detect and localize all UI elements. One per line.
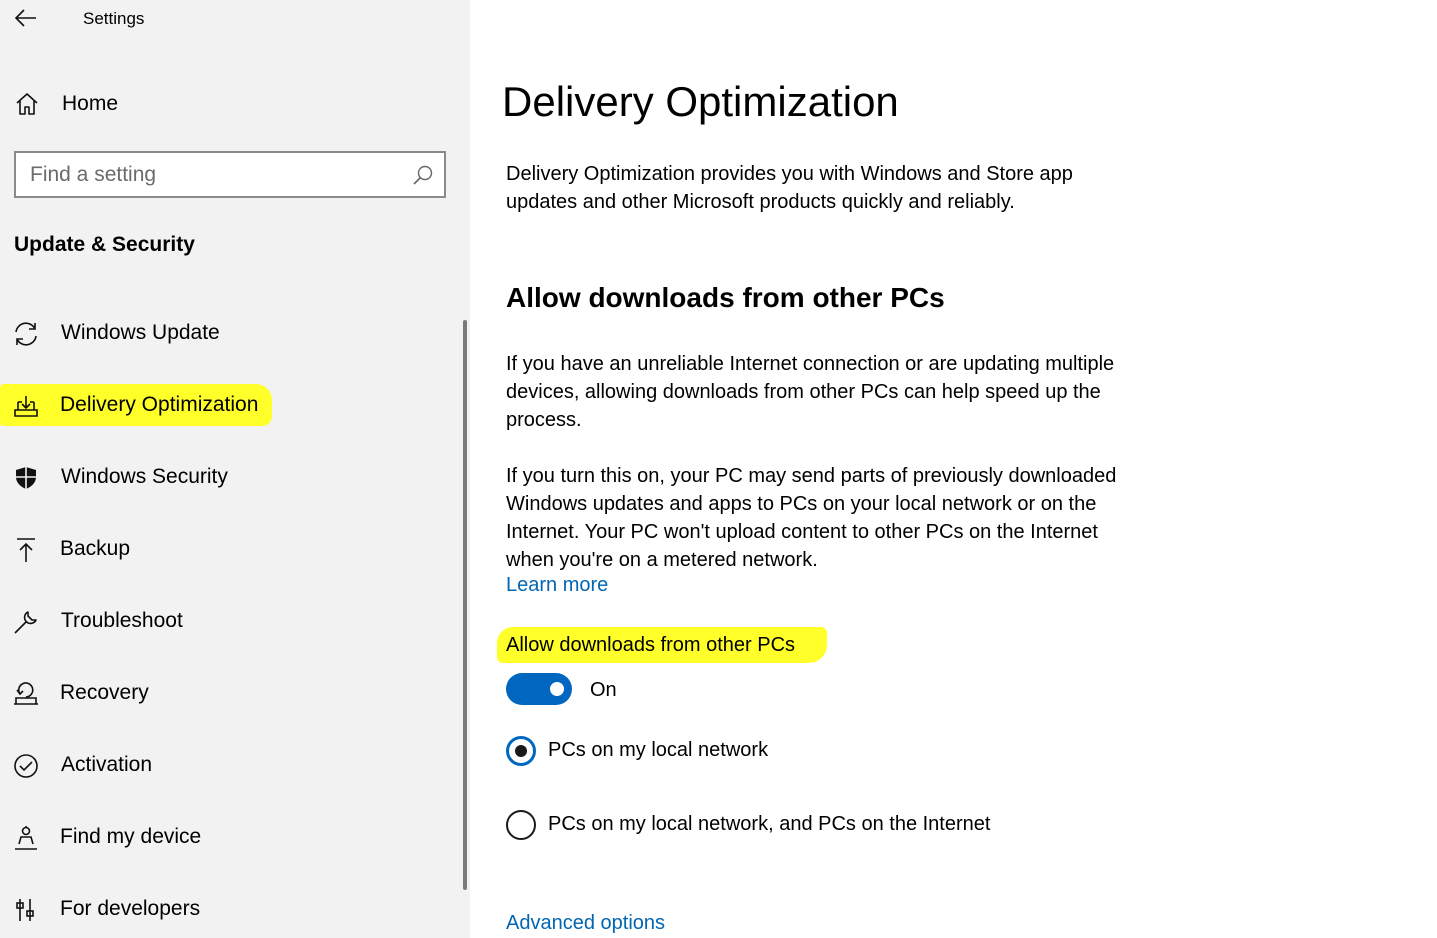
intro-text: Delivery Optimization provides you with … <box>506 160 1166 216</box>
sidebar-item-windows-security[interactable]: Windows Security <box>0 453 460 503</box>
shield-icon <box>16 467 36 489</box>
sidebar-item-label: Windows Security <box>61 465 228 488</box>
recovery-icon <box>14 682 38 705</box>
toggle-label-container: Allow downloads from other PCs <box>497 627 827 663</box>
sidebar-item-home[interactable]: Home <box>0 84 470 124</box>
sidebar: Settings Home Update & Security Windows … <box>0 0 470 938</box>
person-pin-icon <box>15 826 37 850</box>
search-icon[interactable] <box>412 164 434 186</box>
upload-arrow-icon <box>17 538 35 562</box>
para2-line-4: when you're on a metered network. <box>506 549 818 571</box>
radio-label: PCs on my local network, and PCs on the … <box>548 813 991 835</box>
intro-line-2: updates and other Microsoft products qui… <box>506 191 1015 213</box>
section-title: Update & Security <box>14 233 195 256</box>
developer-tools-icon <box>16 899 34 921</box>
home-label: Home <box>62 92 119 115</box>
home-icon <box>16 93 38 115</box>
sidebar-item-windows-update[interactable]: Windows Update <box>0 309 460 359</box>
toggle-state-label: On <box>590 679 617 701</box>
sidebar-item-label: Windows Update <box>61 321 220 344</box>
para2-line-1: If you turn this on, your PC may send pa… <box>506 465 1117 487</box>
sidebar-item-find-my-device[interactable]: Find my device <box>0 813 460 863</box>
page-title: Delivery Optimization <box>502 78 899 125</box>
sidebar-item-recovery[interactable]: Recovery <box>0 669 460 719</box>
description-paragraph-1: If you have an unreliable Internet conne… <box>506 350 1166 434</box>
radio-dot <box>515 745 527 757</box>
delivery-optimization-icon <box>14 396 38 417</box>
sidebar-item-label: Delivery Optimization <box>60 393 259 416</box>
toggle-knob <box>550 682 564 696</box>
sidebar-scrollbar[interactable] <box>463 320 467 890</box>
intro-line-1: Delivery Optimization provides you with … <box>506 163 1073 185</box>
toggle-label: Allow downloads from other PCs <box>506 634 796 656</box>
advanced-options-link[interactable]: Advanced options <box>506 912 665 935</box>
radio-label: PCs on my local network <box>548 739 769 761</box>
learn-more-link[interactable]: Learn more <box>506 574 608 597</box>
para1-line-3: process. <box>506 409 582 431</box>
para1-line-1: If you have an unreliable Internet conne… <box>506 353 1115 375</box>
radio-local-and-internet[interactable]: PCs on my local network, and PCs on the … <box>506 810 1126 842</box>
radio-button[interactable] <box>506 810 536 840</box>
sidebar-item-activation[interactable]: Activation <box>0 741 460 791</box>
search-input[interactable] <box>30 161 410 189</box>
window-title: Settings <box>83 9 145 28</box>
sidebar-item-label: Find my device <box>60 825 202 848</box>
sidebar-item-label: Backup <box>60 537 131 560</box>
sidebar-item-backup[interactable]: Backup <box>0 525 460 575</box>
para2-line-3: Internet. Your PC won't upload content t… <box>506 521 1098 543</box>
back-arrow-icon <box>15 9 36 27</box>
sidebar-item-label: Recovery <box>60 681 149 704</box>
sidebar-item-label: For developers <box>60 897 201 920</box>
check-circle-icon <box>14 754 38 778</box>
back-button[interactable] <box>10 4 42 32</box>
sidebar-item-label: Activation <box>61 753 153 776</box>
sidebar-item-label: Troubleshoot <box>61 609 183 632</box>
radio-local-network[interactable]: PCs on my local network <box>506 736 1126 768</box>
para1-line-2: devices, allowing downloads from other P… <box>506 381 1101 403</box>
search-box[interactable] <box>14 151 446 198</box>
section-subtitle: Allow downloads from other PCs <box>506 282 945 313</box>
title-bar: Settings <box>0 0 470 40</box>
radio-button[interactable] <box>506 736 536 766</box>
main-content: Delivery Optimization Delivery Optimizat… <box>470 0 1437 938</box>
allow-downloads-toggle[interactable] <box>506 673 572 705</box>
para2-line-2: Windows updates and apps to PCs on your … <box>506 493 1097 515</box>
sidebar-item-troubleshoot[interactable]: Troubleshoot <box>0 597 460 647</box>
sidebar-item-for-developers[interactable]: For developers <box>0 885 460 935</box>
sync-icon <box>15 322 37 346</box>
wrench-icon <box>14 611 37 634</box>
description-paragraph-2: If you turn this on, your PC may send pa… <box>506 462 1166 574</box>
sidebar-item-delivery-optimization[interactable]: Delivery Optimization <box>0 381 460 431</box>
